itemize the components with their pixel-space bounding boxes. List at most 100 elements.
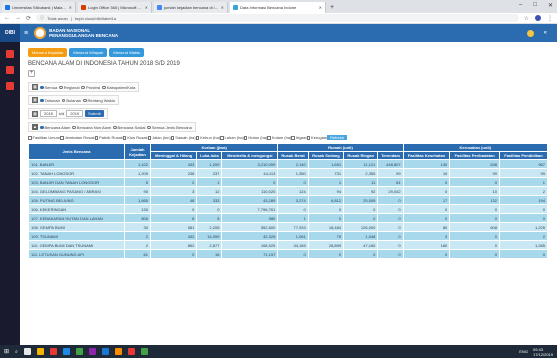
taskbar-app-icon[interactable]: [49, 348, 57, 355]
mode-button[interactable]: Menurut Waktu: [109, 48, 145, 57]
type-option[interactable]: Bencana Sosial: [113, 125, 145, 130]
info-icon[interactable]: ⓘ: [40, 15, 44, 21]
col-luka[interactable]: Luka-luka: [196, 151, 223, 160]
expand-filter-button[interactable]: +: [28, 70, 35, 77]
checkbox-icon[interactable]: [147, 136, 152, 140]
radio-icon[interactable]: [83, 98, 87, 103]
table-row[interactable]: 110. GEMPA BUMI DAN TSUNAMI 2 852 2,877 108,…: [28, 240, 548, 250]
region-option[interactable]: Provinsi: [81, 85, 100, 90]
taskbar-app-icon[interactable]: [88, 348, 96, 355]
app-brand[interactable]: DIBI: [0, 24, 20, 42]
time-option[interactable]: Tahunan: [40, 98, 60, 103]
profile-avatar[interactable]: [535, 14, 541, 21]
column-toggle[interactable]: Keruglan: [306, 135, 327, 140]
checkbox-icon[interactable]: [220, 136, 224, 140]
col-meninggal[interactable]: Meninggal & Hilang: [149, 151, 198, 160]
column-toggle[interactable]: Kolam (ha): [267, 135, 291, 140]
start-icon[interactable]: ⊞: [4, 348, 9, 355]
url-input[interactable]: ⓘ Tidak aman | bnpb.cloud/dibi/tabel1a: [36, 14, 519, 22]
col-kesehatan[interactable]: Fasilitas Kesehatan: [402, 151, 451, 160]
browser-tab[interactable]: Data Informasi Bencana Indone ✕: [230, 2, 326, 13]
tab-close-icon[interactable]: ✕: [69, 5, 72, 10]
taskbar-app-icon[interactable]: [36, 348, 44, 355]
column-toggle[interactable]: Jembatan Rusak: [60, 135, 95, 140]
col-menderita[interactable]: Menderita & mengungsi: [221, 151, 279, 160]
minimize-icon[interactable]: –: [519, 2, 522, 9]
table-row[interactable]: 101. BANJIR 1,422 433 1,209 3,210,059 2,140 1,…: [28, 159, 548, 169]
maximize-icon[interactable]: □: [533, 2, 537, 9]
radio-icon[interactable]: [72, 125, 76, 130]
col-terendam[interactable]: Terendam: [377, 151, 404, 160]
radio-icon[interactable]: [59, 85, 63, 90]
type-option[interactable]: Bencana Non Alam: [72, 125, 111, 130]
checkbox-icon[interactable]: [195, 136, 200, 140]
year-to-select[interactable]: 2019: [66, 110, 84, 117]
taskbar-app-icon[interactable]: [101, 348, 109, 355]
table-row[interactable]: 102. TANAH LONGSOR 1,209 238 237 44,113 1,350…: [28, 168, 548, 178]
search-icon[interactable]: ⌕: [15, 349, 18, 355]
checkbox-icon[interactable]: [306, 136, 311, 140]
clock[interactable]: 09.43 17/12/2019: [533, 347, 553, 357]
menu-icon[interactable]: ⋮: [547, 15, 553, 22]
checkbox-icon[interactable]: [291, 136, 295, 140]
col-peribadatan[interactable]: Fasilitas Peribadatan: [449, 151, 500, 160]
star-icon[interactable]: ☆: [524, 15, 529, 22]
region-option[interactable]: Regional: [59, 85, 79, 90]
home-icon[interactable]: [6, 50, 14, 58]
checkbox-icon[interactable]: [243, 136, 248, 140]
taskbar-app-icon[interactable]: [62, 348, 70, 355]
region-option[interactable]: Kabupaten/Kota: [102, 85, 135, 90]
tab-close-icon[interactable]: ✕: [319, 5, 322, 10]
browser-tab[interactable]: Universitas Stikubank | Malang Ho✕: [2, 2, 76, 13]
expand-icon[interactable]: «: [544, 30, 547, 36]
new-tab-button[interactable]: +: [330, 4, 334, 11]
table-row[interactable]: 108. GEMPA BUMI 30 581 2,208 552,800 77,933 18…: [28, 222, 548, 232]
hamburger-icon[interactable]: ≡: [24, 30, 28, 37]
back-icon[interactable]: ←: [4, 15, 10, 21]
table-row[interactable]: 109. TSUNAMI 2 432 14,059 42,325 1,061 75 1,048…: [28, 231, 548, 241]
column-toggle[interactable]: Hutan (ha): [243, 135, 267, 140]
table-row[interactable]: 106. KEKERINGAN 130 0 0 7,796,761 0 0 0 0 0 0 0: [28, 204, 548, 214]
col-pendidikan[interactable]: Fasilitas Pendidikan: [499, 151, 548, 160]
time-option[interactable]: Bulanan: [61, 98, 81, 103]
table-row[interactable]: 111. LETUSAN GUNUNG API 61 0 16 71,157 0 0 0 0 0 0…: [28, 249, 548, 259]
table-row[interactable]: 105. PUTING BELIUNG 1,665 48 333 43,289 3,274…: [28, 195, 548, 205]
type-option[interactable]: Bencana Alam: [40, 125, 70, 130]
col-ringan[interactable]: Rusak Ringan: [343, 151, 379, 160]
taskbar-app-icon[interactable]: [75, 348, 83, 355]
chart-icon[interactable]: [6, 66, 14, 74]
type-option[interactable]: Semua Jenis Bencana: [147, 125, 192, 130]
submit-button[interactable]: Submit: [85, 110, 104, 117]
mode-button[interactable]: Menurut Kejadian: [28, 48, 68, 57]
radio-icon[interactable]: [40, 85, 44, 90]
forward-icon[interactable]: →: [15, 15, 21, 21]
checkbox-icon[interactable]: [28, 136, 32, 140]
tab-close-icon[interactable]: ✕: [145, 5, 148, 10]
column-toggle[interactable]: Irigasi: [291, 135, 307, 140]
table-icon[interactable]: [6, 82, 14, 90]
radio-icon[interactable]: [61, 98, 66, 103]
checkbox-icon[interactable]: [60, 136, 64, 140]
browser-tab[interactable]: jumlah kejadian bencana di indo ✕: [154, 2, 228, 13]
radio-icon[interactable]: [102, 85, 106, 90]
checkbox-icon[interactable]: [170, 136, 175, 140]
radio-icon[interactable]: [40, 125, 44, 130]
column-toggle[interactable]: Jalan (km): [147, 135, 171, 140]
close-window-icon[interactable]: ✕: [548, 2, 553, 9]
column-toggle[interactable]: Pabrik Rusak: [94, 135, 123, 140]
table-row[interactable]: 103. BANJIR DAN TANAH LONGSOR 5 2 1 0 0 1 11 81 0…: [28, 177, 548, 187]
taskbar-app-icon[interactable]: [23, 348, 31, 355]
radio-icon[interactable]: [113, 125, 117, 130]
column-toggle[interactable]: Lahan (ha): [220, 135, 244, 140]
table-row[interactable]: 104. GELOMBANG PASANG / ABRASI 90 3 12 110,0…: [28, 186, 548, 196]
col-berat[interactable]: Rusak Berat: [277, 151, 309, 160]
column-toggle[interactable]: Kios Rusak: [122, 135, 148, 140]
refresh-chip[interactable]: Refresh: [327, 135, 348, 140]
checkbox-icon[interactable]: [122, 136, 127, 140]
tab-close-icon[interactable]: ✕: [221, 5, 224, 10]
col-sedang[interactable]: Rusak Sedang: [307, 151, 345, 160]
col-jumlah[interactable]: Jumlah Kejadian: [124, 143, 151, 160]
taskbar-app-icon[interactable]: [140, 348, 148, 355]
column-toggle[interactable]: Fasilitas Umum: [28, 135, 60, 140]
checkbox-icon[interactable]: [267, 136, 271, 140]
